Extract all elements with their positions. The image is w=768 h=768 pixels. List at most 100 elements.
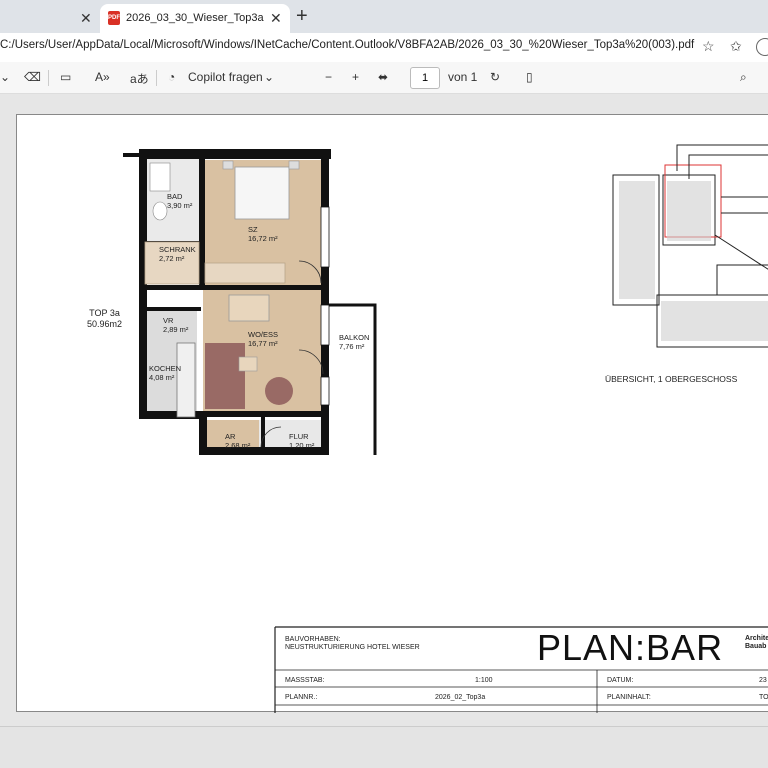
window-balkon bbox=[320, 376, 330, 406]
wall-inner-h1 bbox=[145, 285, 321, 290]
room-label: FLUR 1,20 m² bbox=[289, 432, 314, 450]
zoom-in-button[interactable]: + bbox=[352, 70, 359, 84]
page-number-input[interactable]: 1 bbox=[410, 67, 440, 89]
room-label: VR 2,89 m² bbox=[163, 316, 188, 334]
tab-close-icon[interactable]: ✕ bbox=[80, 10, 92, 27]
room-name: FLUR bbox=[289, 432, 309, 441]
room-area: 3,90 m² bbox=[167, 201, 193, 210]
project-name: NEUSTRUKTURIERUNG HOTEL WIESER bbox=[285, 644, 420, 651]
new-tab-button[interactable]: + bbox=[296, 5, 308, 28]
wardrobe bbox=[204, 262, 286, 284]
room-label: WO/ESS 16,77 m² bbox=[248, 330, 278, 348]
search-icon[interactable]: ⌕ bbox=[740, 70, 747, 85]
wall-vr-bottom bbox=[145, 307, 201, 311]
plannr-label: PLANNR.: bbox=[285, 694, 318, 701]
wall-right bbox=[321, 149, 329, 455]
shower bbox=[149, 162, 171, 192]
pdf-page: TOP 3a 50.96m2 BAD 3,90 m² SZ 16,72 m² S… bbox=[16, 114, 768, 713]
overview-line bbox=[676, 144, 768, 171]
eraser-icon[interactable]: ⌫ bbox=[24, 70, 41, 84]
status-bar bbox=[0, 726, 768, 768]
room-label: SZ 16,72 m² bbox=[248, 225, 278, 243]
room-area: 2,68 m² bbox=[225, 441, 251, 450]
toilet bbox=[152, 201, 168, 221]
window-sz bbox=[320, 206, 330, 268]
plannr-value: 2026_02_Top3a bbox=[435, 694, 486, 701]
datum-value: 23 bbox=[759, 677, 767, 684]
star-icon[interactable]: ☆ bbox=[702, 38, 715, 55]
overview-fill bbox=[619, 181, 768, 341]
nightstand-left bbox=[222, 160, 234, 170]
wall-stub bbox=[123, 153, 139, 157]
zoom-out-button[interactable]: − bbox=[325, 70, 332, 84]
coffee-table bbox=[238, 356, 258, 372]
brand-logo: PLAN:BAR bbox=[537, 627, 724, 668]
wall-top bbox=[139, 149, 331, 159]
room-name: VR bbox=[163, 316, 174, 325]
room-area: 1,20 m² bbox=[289, 441, 315, 450]
datum-label: DATUM: bbox=[607, 677, 634, 684]
translate-icon[interactable]: aあ bbox=[130, 70, 149, 87]
room-area: 2,89 m² bbox=[163, 325, 189, 334]
rotate-icon[interactable]: ↻ bbox=[490, 70, 500, 84]
url-field[interactable]: C:/Users/User/AppData/Local/Microsoft/Wi… bbox=[0, 39, 694, 51]
pdf-viewer[interactable]: TOP 3a 50.96m2 BAD 3,90 m² SZ 16,72 m² S… bbox=[0, 94, 768, 726]
brand-sub: Bauab bbox=[745, 643, 767, 650]
room-label: BAD 3,90 m² bbox=[167, 192, 192, 210]
room-name: SZ bbox=[248, 225, 258, 234]
divider bbox=[156, 70, 157, 86]
sofa bbox=[205, 343, 245, 409]
pdf-icon: PDF bbox=[108, 11, 120, 25]
planinhalt-label: PLANINHALT: bbox=[607, 694, 651, 701]
planinhalt-value: TO bbox=[759, 694, 768, 701]
nightstand-right bbox=[288, 160, 300, 170]
overview-block bbox=[716, 264, 768, 296]
chevron-down-icon[interactable]: ⌄ bbox=[0, 70, 10, 84]
room-label: AR 2,68 m² bbox=[225, 432, 250, 450]
favorites-icon[interactable]: ✩ bbox=[730, 38, 742, 55]
page-view-icon[interactable]: ▭ bbox=[60, 70, 71, 84]
overview-caption: ÜBERSICHT, 1 OBERGESCHOSS bbox=[605, 374, 738, 384]
read-aloud-icon[interactable]: A» bbox=[95, 70, 110, 84]
tab-active[interactable]: PDF 2026_03_30_Wieser_Top3a (003).p ✕ bbox=[100, 4, 290, 33]
wall-inner-v1 bbox=[199, 159, 205, 285]
room-name: AR bbox=[225, 432, 236, 441]
armchair bbox=[265, 377, 293, 405]
room-area: 16,77 m² bbox=[248, 339, 278, 348]
unit-label: TOP 3a 50.96m2 bbox=[87, 308, 122, 330]
tab-strip: ✕ PDF 2026_03_30_Wieser_Top3a (003).p ✕ … bbox=[0, 0, 768, 33]
page-layout-icon[interactable]: ▯ bbox=[526, 70, 533, 84]
copilot-button[interactable]: Copilot fragen bbox=[188, 70, 263, 84]
room-label: KOCHEN 4,08 m² bbox=[149, 364, 181, 382]
room-label: SCHRANK 2,72 m² bbox=[159, 245, 196, 263]
copilot-icon[interactable]: ◔ bbox=[168, 70, 175, 84]
room-name: KOCHEN bbox=[149, 364, 182, 373]
room-name: BALKON bbox=[339, 333, 370, 342]
room-name: SCHRANK bbox=[159, 245, 196, 254]
tab-close-icon[interactable]: ✕ bbox=[270, 10, 282, 27]
chevron-down-icon[interactable]: ⌄ bbox=[264, 70, 274, 84]
room-area: 16,72 m² bbox=[248, 234, 278, 243]
dining-table bbox=[228, 294, 270, 322]
room-area: 2,72 m² bbox=[159, 254, 185, 263]
room-area: 4,08 m² bbox=[149, 373, 175, 382]
wall-ar-right bbox=[261, 417, 265, 449]
tab-previous[interactable]: ✕ bbox=[0, 4, 98, 33]
massstab-value: 1:100 bbox=[475, 677, 493, 684]
bed bbox=[234, 166, 290, 220]
room-area: 7,76 m² bbox=[339, 342, 365, 351]
profile-avatar[interactable] bbox=[756, 38, 768, 56]
plan-drawing bbox=[123, 144, 768, 713]
address-bar: C:/Users/User/AppData/Local/Microsoft/Wi… bbox=[0, 33, 768, 62]
fit-width-icon[interactable]: ⬌ bbox=[378, 70, 388, 84]
wall-inner-h2 bbox=[205, 411, 321, 417]
room-name: BAD bbox=[167, 192, 183, 201]
unit-title: TOP 3a bbox=[89, 308, 120, 318]
divider bbox=[48, 70, 49, 86]
room-label: BALKON 7,76 m² bbox=[339, 333, 369, 351]
tab-title: 2026_03_30_Wieser_Top3a (003).p bbox=[126, 12, 266, 24]
massstab-label: MASSSTAB: bbox=[285, 677, 325, 684]
pdf-toolbar: ⌄ ⌫ ▭ A» aあ ◔ Copilot fragen ⌄ − + ⬌ 1 v… bbox=[0, 62, 768, 94]
room-name: WO/ESS bbox=[248, 330, 279, 339]
unit-area: 50.96m2 bbox=[87, 319, 123, 329]
